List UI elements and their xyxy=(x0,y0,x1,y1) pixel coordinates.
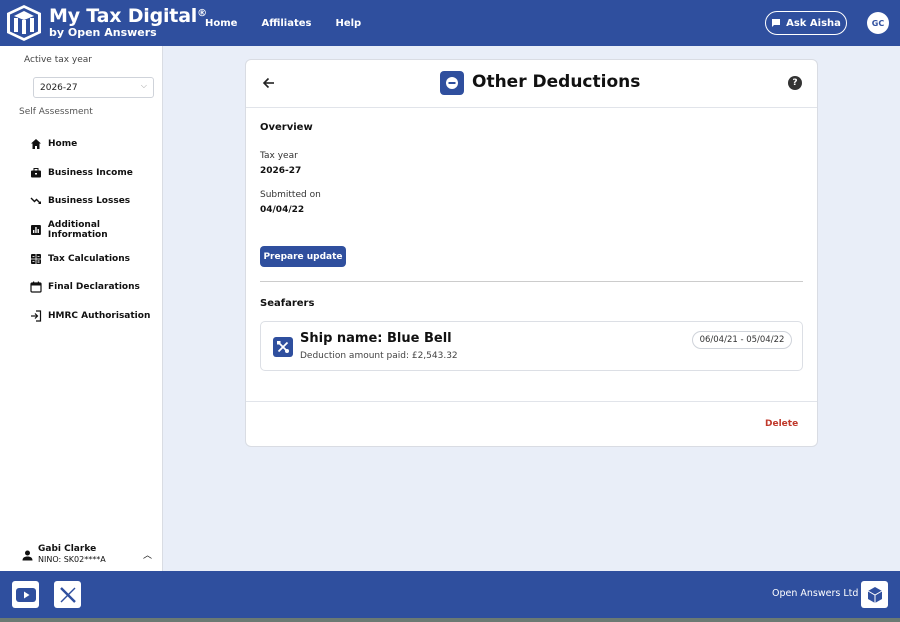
trending-down-icon xyxy=(30,197,41,205)
sidebar-item-label: Business Losses xyxy=(48,196,131,207)
company-name: Open Answers Ltd xyxy=(772,588,859,599)
sidebar: Active tax year 2026-27 ⌵ Self Assessmen… xyxy=(0,46,163,571)
sidebar-item-label: Additional Information xyxy=(47,220,108,241)
brand-title: My Tax Digital® xyxy=(49,5,207,27)
youtube-button[interactable] xyxy=(12,581,39,608)
sidebar-menu: Home Business Income Business Losses Add… xyxy=(30,130,162,330)
main-nav: Home Affiliates Help xyxy=(205,0,385,46)
login-icon xyxy=(31,310,42,322)
date-range-badge: 06/04/21 - 05/04/22 xyxy=(692,331,792,349)
calendar-icon xyxy=(30,281,42,293)
submitted-on-value: 04/04/22 xyxy=(260,205,305,215)
ship-name: Ship name: Blue Bell xyxy=(300,331,452,346)
prepare-update-button[interactable]: Prepare update xyxy=(260,246,346,267)
sidebar-item-label: Business Income xyxy=(48,167,133,178)
overview-heading: Overview xyxy=(260,122,313,133)
tax-year-label: Tax year xyxy=(260,151,298,161)
ask-aisha-button[interactable]: Ask Aisha xyxy=(765,11,847,35)
footer-divider xyxy=(246,401,817,402)
chevron-down-icon: ⌵ xyxy=(140,81,147,90)
sidebar-item-label: Final Declarations xyxy=(48,282,140,293)
sidebar-item-additional-information[interactable]: Additional Information xyxy=(30,216,162,245)
youtube-icon xyxy=(15,587,36,602)
tools-icon xyxy=(273,337,293,357)
tax-year-select[interactable]: 2026-27 ⌵ xyxy=(33,77,154,98)
user-name: Gabi Clarke xyxy=(38,544,97,554)
nav-affiliates[interactable]: Affiliates xyxy=(261,18,311,29)
sidebar-item-final-declarations[interactable]: Final Declarations xyxy=(30,273,162,302)
home-icon xyxy=(31,139,41,150)
brand[interactable]: My Tax Digital® by Open Answers xyxy=(49,5,207,39)
bar-chart-icon xyxy=(30,225,41,236)
x-twitter-button[interactable] xyxy=(54,581,81,608)
briefcase-icon xyxy=(31,167,41,178)
footer: Open Answers Ltd xyxy=(0,571,900,618)
ask-aisha-label: Ask Aisha xyxy=(786,17,841,29)
help-icon[interactable]: ? xyxy=(788,76,802,90)
desktop-background-strip xyxy=(0,618,900,622)
calculator-icon xyxy=(31,253,41,264)
delete-button[interactable]: Delete xyxy=(765,419,798,429)
sidebar-item-business-losses[interactable]: Business Losses xyxy=(30,187,162,216)
user-nino: NINO: SK02****A xyxy=(38,555,106,564)
sidebar-item-label: Home xyxy=(48,139,78,150)
section-divider xyxy=(260,281,803,282)
brand-subtitle: by Open Answers xyxy=(49,26,157,39)
seafarers-heading: Seafarers xyxy=(260,298,315,309)
self-assessment-section-label: Self Assessment xyxy=(19,107,93,117)
sidebar-item-label: HMRC Authorisation xyxy=(48,310,151,321)
x-logo-icon xyxy=(59,586,76,603)
deduction-amount: Deduction amount paid: £2,543.32 xyxy=(300,351,458,361)
sidebar-item-label: Tax Calculations xyxy=(48,253,130,264)
seafarer-item[interactable]: Ship name: Blue Bell Deduction amount pa… xyxy=(260,321,803,371)
chat-icon xyxy=(772,19,781,27)
card-header: Other Deductions ? xyxy=(246,60,817,108)
tax-year-value: 2026-27 xyxy=(260,166,302,176)
submitted-on-label: Submitted on xyxy=(260,190,321,200)
active-tax-year-label: Active tax year xyxy=(24,55,93,65)
sidebar-item-tax-calculations[interactable]: Tax Calculations xyxy=(30,244,162,273)
logo-icon[interactable] xyxy=(6,4,42,42)
sidebar-item-hmrc-authorisation[interactable]: HMRC Authorisation xyxy=(30,302,162,331)
chevron-up-icon[interactable]: ︿ xyxy=(143,548,152,561)
other-deductions-card: Other Deductions ? Overview Tax year 202… xyxy=(245,59,818,447)
tax-year-value: 2026-27 xyxy=(40,82,78,93)
minus-circle-icon xyxy=(440,71,464,95)
nav-help[interactable]: Help xyxy=(335,18,361,29)
cube-icon xyxy=(867,586,882,603)
sidebar-item-business-income[interactable]: Business Income xyxy=(30,159,162,188)
back-arrow-icon[interactable] xyxy=(262,76,276,90)
user-avatar[interactable]: GC xyxy=(867,12,889,34)
page-title: Other Deductions xyxy=(472,72,641,92)
nav-home[interactable]: Home xyxy=(205,18,237,29)
top-bar: My Tax Digital® by Open Answers Home Aff… xyxy=(0,0,900,46)
sidebar-item-home[interactable]: Home xyxy=(30,130,162,159)
open-answers-button[interactable] xyxy=(861,581,888,608)
user-icon xyxy=(22,550,33,561)
